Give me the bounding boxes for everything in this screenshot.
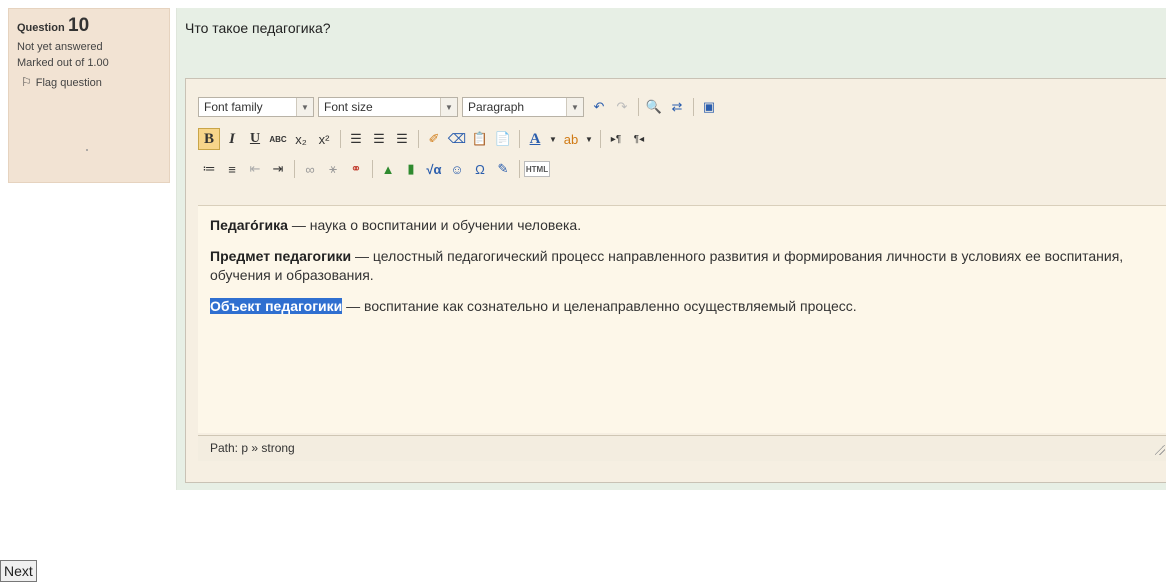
numbered-list-icon[interactable]: ≡: [221, 158, 243, 180]
align-right-icon[interactable]: ☰: [391, 128, 413, 150]
flag-question-label: Flag question: [35, 77, 102, 89]
bold-button[interactable]: B: [198, 128, 220, 150]
ltr-icon[interactable]: ▸¶: [605, 128, 627, 150]
indent-icon[interactable]: ⇥: [267, 158, 289, 180]
chevron-down-icon: ▼: [440, 98, 457, 116]
link-icon[interactable]: ∞: [299, 158, 321, 180]
redo-icon[interactable]: ↷: [611, 96, 633, 118]
cleanup-icon[interactable]: ✐: [423, 128, 445, 150]
align-left-icon[interactable]: ☰: [345, 128, 367, 150]
rtl-icon[interactable]: ¶◂: [628, 128, 650, 150]
spellcheck-icon[interactable]: ✎: [492, 158, 514, 180]
highlight-color-icon[interactable]: ab: [560, 128, 582, 150]
anchor-icon[interactable]: ⚭: [345, 158, 367, 180]
flag-question-link[interactable]: ⚐ Flag question: [21, 75, 161, 89]
element-path: Path: p » strong: [210, 441, 295, 455]
flag-icon: ⚐: [21, 75, 32, 89]
underline-button[interactable]: U: [244, 128, 266, 150]
question-number: Question 10: [17, 15, 161, 37]
toolbar-separator: [638, 98, 639, 116]
paste-text-icon[interactable]: 📋: [469, 128, 491, 150]
question-number-value: 10: [68, 15, 90, 36]
question-content: Что такое педагогика? Font family ▼ Font…: [176, 8, 1166, 490]
paragraph-format-select[interactable]: Paragraph ▼: [462, 97, 584, 117]
resize-handle-icon[interactable]: [1155, 445, 1165, 455]
next-button[interactable]: Next: [0, 560, 37, 582]
toolbar-separator: [519, 130, 520, 148]
font-family-value: Font family: [204, 100, 263, 114]
toolbar-separator: [693, 98, 694, 116]
question-info-box: Question 10 Not yet answered Marked out …: [8, 8, 170, 183]
chevron-down-icon[interactable]: ▼: [547, 128, 559, 150]
toolbar-separator: [519, 160, 520, 178]
editor-content-area[interactable]: Педаго́гика — наука о воспитании и обуче…: [198, 205, 1166, 433]
paragraph-3: Объект педагогики — воспитание как созна…: [210, 297, 1159, 316]
font-family-select[interactable]: Font family ▼: [198, 97, 314, 117]
special-char-icon[interactable]: Ω: [469, 158, 491, 180]
emoticon-icon[interactable]: ☺: [446, 158, 468, 180]
paragraph-2-term: Предмет педагогики: [210, 248, 352, 264]
toolbar-separator: [372, 160, 373, 178]
paragraph-3-text: — воспитание как сознательно и целенапра…: [342, 298, 857, 314]
paragraph-1-text: — наука о воспитании и обучении человека…: [287, 217, 582, 233]
outdent-icon[interactable]: ⇤: [244, 158, 266, 180]
chevron-down-icon: ▼: [566, 98, 583, 116]
toolbar-separator: [294, 160, 295, 178]
bullet-list-icon[interactable]: ≔: [198, 158, 220, 180]
toolbar-row-1: Font family ▼ Font size ▼ Paragraph ▼ ↶ …: [198, 95, 721, 119]
subscript-button[interactable]: x₂: [290, 128, 312, 150]
toolbar-row-3: ≔ ≡ ⇤ ⇥ ∞ ⚹ ⚭ ▲ ▮ √α ☺ Ω ✎ HTML: [198, 157, 551, 181]
text-color-button[interactable]: A: [524, 128, 546, 150]
chevron-down-icon[interactable]: ▼: [583, 128, 595, 150]
find-icon[interactable]: 🔍: [643, 96, 665, 118]
paragraph-format-value: Paragraph: [468, 100, 525, 114]
undo-icon[interactable]: ↶: [588, 96, 610, 118]
superscript-button[interactable]: x²: [313, 128, 335, 150]
paragraph-2: Предмет педагогики — целостный педагогич…: [210, 247, 1159, 285]
strikethrough-button[interactable]: ABC: [267, 128, 289, 150]
question-label: Question: [17, 22, 65, 34]
italic-button[interactable]: I: [221, 128, 243, 150]
eraser-icon[interactable]: ⌫: [446, 128, 468, 150]
question-grade: Marked out of 1.00: [17, 57, 109, 69]
unlink-icon[interactable]: ⚹: [322, 158, 344, 180]
find-replace-icon[interactable]: ⇄: [666, 96, 688, 118]
equation-icon[interactable]: √α: [423, 158, 445, 180]
paragraph-3-term-selected: Объект педагогики: [210, 298, 343, 314]
paragraph-1: Педаго́гика — наука о воспитании и обуче…: [210, 216, 1159, 235]
font-size-select[interactable]: Font size ▼: [318, 97, 458, 117]
decorative-dot: [86, 149, 88, 151]
align-center-icon[interactable]: ☰: [368, 128, 390, 150]
toolbar-row-2: B I U ABC x₂ x² ☰ ☰ ☰ ✐ ⌫ 📋 📄 A ▼ ab ▼ ▸…: [198, 127, 651, 151]
toolbar-separator: [340, 130, 341, 148]
image-icon[interactable]: ▲: [377, 158, 399, 180]
fullscreen-icon[interactable]: ▣: [698, 96, 720, 118]
question-text: Что такое педагогика?: [185, 20, 331, 36]
toolbar-separator: [600, 130, 601, 148]
question-state: Not yet answered: [17, 41, 103, 53]
html-source-button[interactable]: HTML: [524, 161, 550, 177]
toolbar-separator: [418, 130, 419, 148]
paste-word-icon[interactable]: 📄: [492, 128, 514, 150]
rich-text-editor: Font family ▼ Font size ▼ Paragraph ▼ ↶ …: [185, 78, 1166, 483]
editor-path-bar: Path: p » strong: [198, 435, 1166, 461]
font-size-value: Font size: [324, 100, 373, 114]
media-icon[interactable]: ▮: [400, 158, 422, 180]
editor-toolbar: Font family ▼ Font size ▼ Paragraph ▼ ↶ …: [198, 91, 1166, 207]
paragraph-1-term: Педаго́гика: [210, 217, 288, 233]
chevron-down-icon: ▼: [296, 98, 313, 116]
